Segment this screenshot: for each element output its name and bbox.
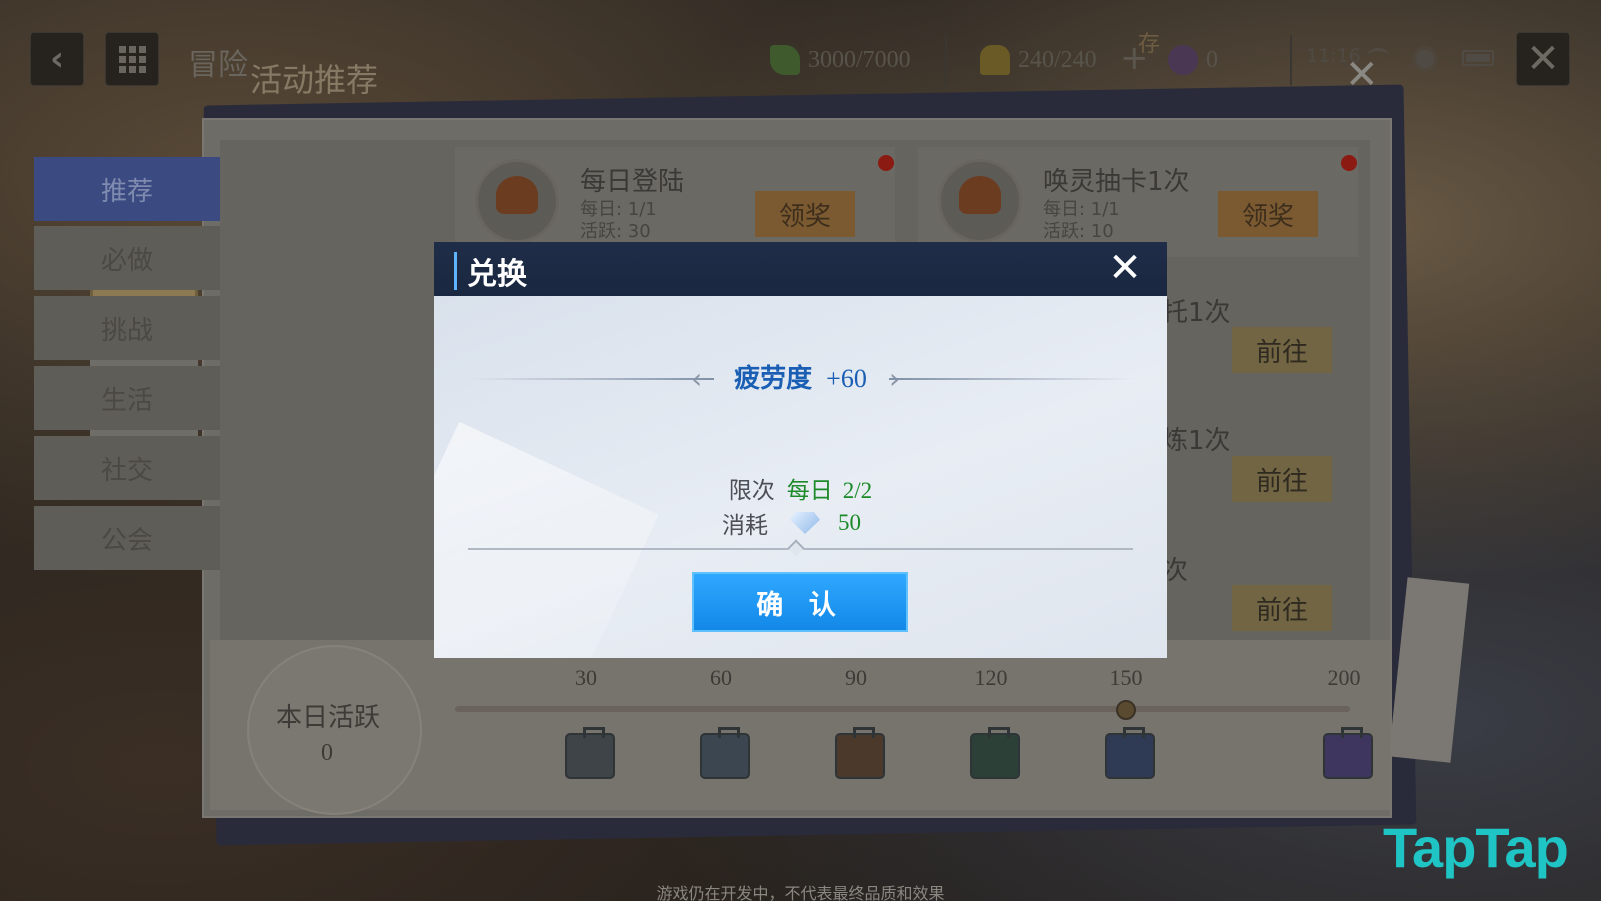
close-icon: ✕ xyxy=(1526,36,1560,82)
go-button[interactable]: 前往 xyxy=(1232,327,1332,373)
panel-close-button[interactable]: ✕ xyxy=(1345,55,1379,95)
reward-value: +60 xyxy=(826,364,867,393)
milestone-label: 120 xyxy=(974,665,1008,690)
go-button[interactable]: 前往 xyxy=(1232,585,1332,631)
task-title: 唤灵抽卡1次 xyxy=(1043,167,1190,197)
cost-row: 消耗 50 xyxy=(722,506,861,540)
store-label: 存 xyxy=(1138,32,1161,57)
reward-chest-icon[interactable] xyxy=(1323,727,1373,779)
task-title: 每日登陆 xyxy=(580,167,685,197)
fatigue-resource: 240/240 xyxy=(980,44,1097,76)
notification-dot xyxy=(1341,155,1357,171)
spin-resource: 0 xyxy=(1168,44,1218,76)
category-tab-social[interactable]: 社交 xyxy=(34,436,220,500)
fist-icon xyxy=(980,45,1010,75)
limit-row: 限次 每日 2/2 xyxy=(434,471,1167,505)
header-accent xyxy=(454,252,457,290)
progress-marker xyxy=(1116,700,1136,720)
grid-icon xyxy=(118,45,146,73)
category-tab-challenge[interactable]: 挑战 xyxy=(34,296,220,360)
claim-button[interactable]: 领奖 xyxy=(755,191,855,237)
limit-label: 限次 xyxy=(728,478,775,504)
task-progress: 每日: 1/1 活跃: 30 xyxy=(580,199,657,242)
reward-name: 疲劳度 xyxy=(734,364,813,394)
confirm-button[interactable]: 确 认 xyxy=(692,572,908,632)
development-notice: 游戏仍在开发中，不代表最终品质和效果 xyxy=(656,884,945,901)
milestone-label: 200 xyxy=(1327,665,1361,690)
diamond-icon xyxy=(790,512,820,534)
limit-period: 每日 xyxy=(786,478,833,504)
reward-chest-icon[interactable] xyxy=(700,727,750,779)
category-tab-life[interactable]: 生活 xyxy=(34,366,220,430)
stamina-resource: 3000/7000 xyxy=(770,44,911,76)
milestone-label: 60 xyxy=(710,665,732,690)
notification-dot xyxy=(878,155,894,171)
taptap-watermark: TapTap xyxy=(1383,816,1569,879)
task-progress: 每日: 1/1 活跃: 10 xyxy=(1043,199,1120,242)
task-card: 每日登陆 每日: 1/1 活跃: 30 领奖 xyxy=(455,147,895,257)
fatigue-value: 240/240 xyxy=(1018,46,1097,73)
chevron-left-icon: ‹ xyxy=(49,39,64,79)
milestone-label: 150 xyxy=(1109,665,1143,690)
dialog-close-button[interactable]: ✕ xyxy=(1103,246,1147,290)
task-title: 炼1次 xyxy=(1162,426,1231,456)
limit-value: 2/2 xyxy=(842,478,873,503)
divider-notch xyxy=(787,539,805,557)
panel-title: 活动推荐 xyxy=(250,61,379,99)
reward-chest-icon[interactable] xyxy=(835,727,885,779)
reward-divider-right xyxy=(889,378,1134,380)
leaf-icon xyxy=(770,45,800,75)
balloon-icon xyxy=(938,159,1022,243)
back-button[interactable]: ‹ xyxy=(30,32,84,86)
activity-progress-track xyxy=(455,706,1350,712)
spin-value: 0 xyxy=(1206,46,1218,73)
claim-button[interactable]: 领奖 xyxy=(1218,191,1318,237)
hud-divider xyxy=(945,35,947,85)
menu-button[interactable] xyxy=(105,32,159,86)
category-tab-guild[interactable]: 公会 xyxy=(34,506,220,570)
section-title: 冒险 xyxy=(188,48,248,83)
dialog-body: ‹ 疲劳度+60 › 限次每日2/2 消耗 50 确 认 xyxy=(434,296,1167,658)
task-card: 唤灵抽卡1次 每日: 1/1 活跃: 10 领奖 xyxy=(918,147,1358,257)
task-title: 托1次 xyxy=(1162,298,1231,328)
reward-text: 疲劳度 +60 xyxy=(434,358,1167,395)
cost-label: 消耗 xyxy=(722,513,768,539)
hud-divider xyxy=(1290,35,1292,85)
stamina-value: 3000/7000 xyxy=(808,46,911,73)
activity-label: 本日活跃 xyxy=(276,703,381,733)
reward-chest-icon[interactable] xyxy=(970,727,1020,779)
brightness-icon xyxy=(1416,50,1434,68)
category-tab-recommend[interactable]: 推荐 xyxy=(34,157,220,221)
battery-icon xyxy=(1462,50,1494,66)
close-icon: ✕ xyxy=(1108,245,1142,291)
hud-close-button[interactable]: ✕ xyxy=(1516,32,1570,86)
swirl-icon xyxy=(1168,45,1198,75)
activity-value: 0 xyxy=(321,740,333,766)
exchange-dialog: 兑换 ✕ ‹ 疲劳度+60 › 限次每日2/2 消耗 50 确 认 xyxy=(434,242,1167,658)
balloon-icon xyxy=(475,159,559,243)
milestone-label: 90 xyxy=(845,665,867,690)
milestone-label: 30 xyxy=(575,665,597,690)
dialog-title: 兑换 xyxy=(467,257,527,292)
category-tab-required[interactable]: 必做 xyxy=(34,226,220,290)
reward-chest-icon[interactable] xyxy=(1105,727,1155,779)
cost-value: 50 xyxy=(838,510,861,535)
dialog-header: 兑换 ✕ xyxy=(434,242,1167,296)
go-button[interactable]: 前往 xyxy=(1232,456,1332,502)
reward-chest-icon[interactable] xyxy=(565,727,615,779)
